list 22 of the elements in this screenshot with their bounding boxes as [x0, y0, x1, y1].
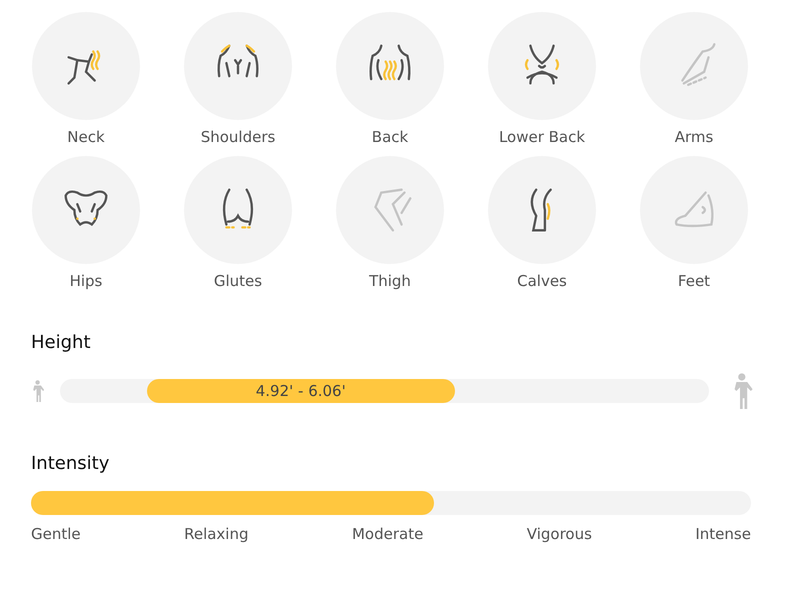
section-title: Intensity	[31, 453, 110, 474]
section-title: Height	[31, 332, 92, 353]
body-area-label: Back	[372, 128, 408, 146]
intensity-label: Vigorous	[526, 525, 592, 543]
height-range-fill[interactable]: 4.92' - 6.06'	[146, 379, 455, 403]
body-area-label: Hips	[70, 272, 102, 290]
height-slider-track[interactable]: 4.92' - 6.06'	[60, 379, 710, 403]
height-range-value: 4.92' - 6.06'	[256, 382, 346, 400]
body-area-label: Shoulders	[200, 128, 276, 146]
intensity-label: Intense	[695, 525, 751, 543]
body-area-label: Thigh	[369, 272, 411, 290]
body-area-label: Lower Back	[498, 128, 586, 146]
body-area-label: Feet	[678, 272, 710, 290]
intensity-label: Gentle	[31, 525, 81, 543]
body-area-label: Arms	[674, 128, 714, 146]
body-area-label: Neck	[67, 128, 105, 146]
body-area-label: Glutes	[214, 272, 262, 290]
intensity-slider-track[interactable]	[31, 491, 751, 515]
intensity-label: Moderate	[352, 525, 424, 543]
person-icon	[31, 380, 44, 402]
body-area-label: Calves	[517, 272, 567, 290]
intensity-label: Relaxing	[184, 525, 249, 543]
